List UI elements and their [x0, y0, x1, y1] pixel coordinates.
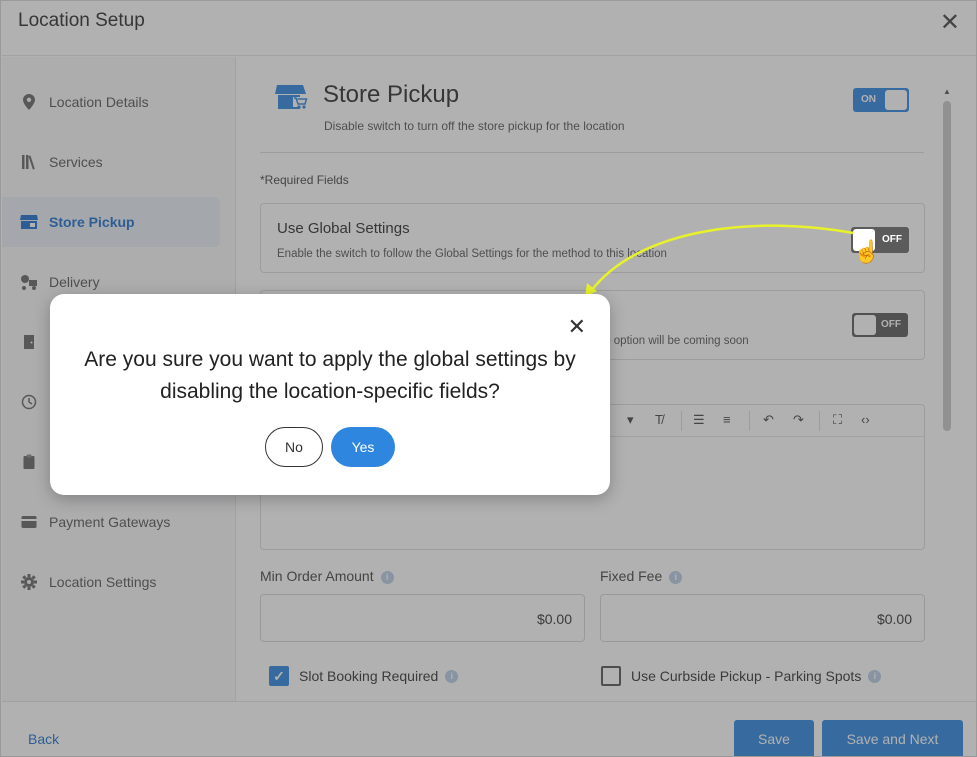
yes-button[interactable]: Yes: [331, 427, 395, 467]
toggle-state: OFF: [882, 234, 902, 245]
dialog-question: Are you sure you want to apply the globa…: [84, 348, 576, 403]
hand-cursor-icon: ☝: [853, 239, 881, 264]
close-icon[interactable]: ✕: [568, 314, 586, 340]
location-setup-window: Location Setup ✕ Location Details Servic…: [0, 0, 977, 757]
confirm-dialog: ✕ Are you sure you want to apply the glo…: [50, 294, 610, 495]
no-button[interactable]: No: [265, 427, 323, 467]
